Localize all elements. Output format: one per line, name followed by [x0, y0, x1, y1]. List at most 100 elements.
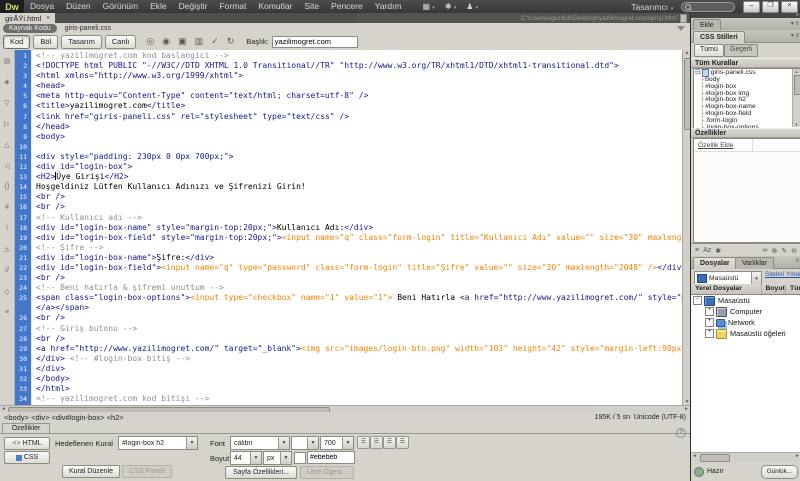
code-line[interactable]: 9 <body>	[15, 132, 682, 142]
file-tree-item[interactable]: − Masaüstü	[691, 295, 800, 306]
code-line[interactable]: 12 <div id="login-box">	[15, 162, 682, 172]
document-tab[interactable]: girÅŸi.html ×	[0, 13, 56, 23]
align-center-button[interactable]: ☰	[370, 436, 383, 449]
panel-menu-icon[interactable]: ▾ ≡	[791, 32, 799, 39]
code-line[interactable]: 15 <br />	[15, 192, 682, 202]
refresh-icon[interactable]: ↻	[227, 36, 235, 47]
expand-icon[interactable]: +	[705, 307, 714, 316]
live-code-icon[interactable]: ◉	[162, 36, 170, 47]
show-list-view-icon[interactable]: Az	[703, 247, 711, 255]
expand-icon[interactable]: +	[705, 318, 714, 327]
apply-comment-icon[interactable]: //	[5, 260, 9, 281]
menu-site[interactable]: Site	[298, 0, 325, 13]
new-css-rule-icon[interactable]: ⊕	[771, 247, 777, 255]
code-line[interactable]: 31 </div>	[15, 364, 682, 374]
live-view-button[interactable]: Canlı	[104, 34, 137, 49]
rules-scrollbar[interactable]: ▲ ▼	[792, 69, 800, 127]
design-view-button[interactable]: Tasarım	[61, 34, 102, 49]
code-navigator-icon[interactable]: ◈	[4, 71, 9, 92]
menu-format[interactable]: Format	[213, 0, 252, 13]
code-line[interactable]: 32 </body>	[15, 374, 682, 384]
related-file-css[interactable]: giris-paneli.css	[65, 25, 111, 32]
font-select[interactable]: calibri ▼	[230, 436, 290, 450]
code-line[interactable]: 2 <!DOCTYPE html PUBLIC "-//W3C//DTD XHTM…	[15, 61, 682, 71]
code-line[interactable]: </a></span>	[15, 303, 682, 313]
all-rules-toggle[interactable]: Tümü	[694, 44, 724, 57]
col-type[interactable]: Tür	[786, 284, 800, 294]
code-line[interactable]: 26 <br />	[15, 313, 682, 323]
collapse-icon[interactable]: −	[693, 296, 702, 305]
menu-düzen[interactable]: Düzen	[60, 0, 97, 13]
add-property-link[interactable]: Özellik Ekle	[698, 142, 734, 149]
edit-rule-button[interactable]: Kural Düzenle	[62, 465, 120, 478]
layout-grid-icon[interactable]: ▦ ▾	[423, 2, 435, 11]
format-source-icon[interactable]: ≡	[5, 302, 9, 323]
code-line[interactable]: 30 </div> <!-- #login-box bitiş -->	[15, 354, 682, 364]
code-line[interactable]: 8 </head>	[15, 122, 682, 132]
code-line[interactable]: 25 <span class="login-box-options"><input…	[15, 293, 682, 303]
files-tab[interactable]: Dosyalar	[693, 257, 737, 269]
col-size[interactable]: Boyut	[762, 284, 787, 294]
workspace-switcher[interactable]: Tasarımcı ▾	[631, 2, 673, 12]
gear-icon[interactable]: ✱ ▾	[445, 2, 456, 11]
validate-icon[interactable]: ✓	[211, 36, 219, 47]
manage-sites-link[interactable]: Siteleri Yönet	[765, 271, 800, 278]
code-line[interactable]: 34 <!-- yazilimogret.com kod bitişi -->	[15, 394, 682, 404]
multiscreen-icon[interactable]: ▥	[195, 36, 204, 47]
inspect-icon[interactable]: ▣	[178, 36, 187, 47]
delete-css-rule-icon[interactable]: ⊖	[791, 247, 797, 255]
css-mode-button[interactable]: CSS	[4, 451, 50, 464]
source-code-button[interactable]: Kaynak Kodu	[3, 23, 57, 33]
title-input[interactable]	[271, 35, 358, 48]
code-line[interactable]: 27 <!-- Giriş butonu -->	[15, 324, 682, 334]
files-hscrollbar[interactable]: ◄ ►	[691, 452, 800, 462]
menu-ekle[interactable]: Ekle	[144, 0, 173, 13]
code-line[interactable]: 11 <div style="padding: 230px 0 0px 700px…	[15, 152, 682, 162]
split-view-button[interactable]: Böl	[33, 34, 59, 49]
code-line[interactable]: 20 <!-- Şifre -->	[15, 243, 682, 253]
tab-close-icon[interactable]: ×	[46, 15, 50, 22]
file-tree-item[interactable]: + Computer	[691, 306, 800, 317]
css-panel-button[interactable]: CSS Paneli	[122, 465, 172, 478]
code-view-button[interactable]: Kod	[3, 34, 31, 49]
code-line[interactable]: 28 <br />	[15, 334, 682, 344]
color-swatch[interactable]	[294, 452, 306, 464]
css-styles-tab[interactable]: CSS Stilleri	[693, 31, 745, 43]
code-line[interactable]: 29 <a href="http://www.yazilimogret.com/"…	[15, 344, 682, 354]
code-line[interactable]: 5 <meta http-equiv="Content-Type" content…	[15, 91, 682, 101]
show-set-properties-icon[interactable]: ✱	[715, 247, 721, 255]
connection-icon[interactable]	[694, 466, 704, 477]
menu-komutlar[interactable]: Komutlar	[252, 0, 298, 13]
file-tree-item[interactable]: + Masaüstü öğeleri	[691, 328, 800, 339]
open-documents-icon[interactable]: ▤	[4, 50, 11, 71]
targeted-rule-select[interactable]: #login-box h2 ▼	[118, 436, 198, 450]
html-mode-button[interactable]: <> HTML	[4, 437, 50, 450]
size-select[interactable]: 44 ▼	[230, 451, 262, 465]
select-parent-tag-icon[interactable]: ◁	[4, 155, 9, 176]
tag-selector[interactable]: <body> <div> <div#login-box> <h2>	[4, 413, 124, 422]
user-icon[interactable]: ♟ ▾	[466, 2, 478, 11]
help-icon[interactable]: ?	[676, 428, 686, 438]
menu-görünüm[interactable]: Görünüm	[97, 0, 144, 13]
vertical-scrollbar[interactable]: ▲ ▼	[682, 50, 690, 405]
align-justify-button[interactable]: ☰	[396, 436, 409, 449]
balance-braces-icon[interactable]: {}	[5, 176, 10, 197]
minimize-button[interactable]: ‒	[743, 0, 760, 13]
list-item-button[interactable]: Liste Öğesi...	[300, 466, 354, 479]
align-left-button[interactable]: ☰	[357, 436, 370, 449]
code-line[interactable]: 13 <H2>Üye Girişi</H2>	[15, 172, 682, 182]
code-line[interactable]: 21 <div id="login-box-name">Şifre:</div>	[15, 253, 682, 263]
live-view-nav-icon[interactable]: ◎	[146, 36, 154, 47]
code-line[interactable]: 17 <!-- Kullanıcı adı -->	[15, 213, 682, 223]
page-properties-button[interactable]: Sayfa Özellikleri...	[225, 466, 297, 479]
menu-pencere[interactable]: Pencere	[325, 0, 369, 13]
search-input[interactable]	[681, 1, 735, 12]
code-line[interactable]: 10	[15, 142, 682, 152]
local-files-tree[interactable]: − Masaüstü + Computer + Network + Masaüstü öğel…	[691, 294, 800, 453]
panel-menu-icon[interactable]: ▾ ≡	[791, 20, 799, 27]
code-line[interactable]: 7 <link href="giris-paneli.css" rel="styl…	[15, 112, 682, 122]
expand-all-icon[interactable]: △	[4, 134, 9, 155]
font-variant-select[interactable]: ▼	[291, 436, 319, 450]
expand-icon[interactable]: +	[705, 329, 714, 338]
file-tree-item[interactable]: + Network	[691, 317, 800, 328]
